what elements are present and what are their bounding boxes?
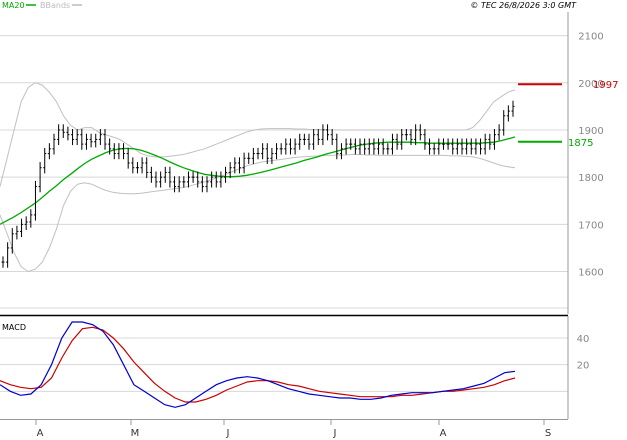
price-tick-label: 2100 — [578, 32, 603, 43]
price-tick-label: 1600 — [578, 268, 603, 279]
price-tick-label: 1900 — [578, 126, 603, 137]
price-panel: 210019001800170016002000 18751997 — [0, 12, 618, 314]
macd-panel: MACD 40 20 — [0, 316, 589, 419]
month-label: S — [545, 428, 551, 439]
resistance-level-label: 1997 — [593, 80, 618, 91]
price-chart: MA20 BBands © TEC 26/8/2026 3:0 GMT 2100… — [0, 1, 618, 439]
month-label: A — [37, 428, 44, 439]
price-axis-ticks: 210019001800170016002000 — [578, 32, 603, 279]
chart-stage: MA20 BBands © TEC 26/8/2026 3:0 GMT 2100… — [0, 0, 627, 440]
chart-header: MA20 BBands © TEC 26/8/2026 3:0 GMT — [2, 1, 577, 10]
month-label: J — [226, 428, 230, 439]
month-label: M — [131, 428, 140, 439]
ma-level-label: 1875 — [568, 138, 593, 149]
legend-bbands: BBands — [40, 1, 70, 10]
month-label: J — [333, 428, 337, 439]
macd-axis-ticks: 40 20 — [577, 334, 590, 372]
macd-tick-label: 40 — [577, 334, 590, 345]
copyright-text: © TEC 26/8/2026 3:0 GMT — [470, 1, 577, 10]
month-label: A — [440, 428, 447, 439]
price-tick-label: 1800 — [578, 173, 603, 184]
legend-ma20: MA20 — [2, 1, 25, 10]
price-tick-label: 1700 — [578, 220, 603, 231]
month-labels: AMJJAS — [35, 419, 551, 439]
month-axis: AMJJAS — [0, 419, 568, 439]
macd-tick-label: 20 — [577, 361, 590, 372]
macd-title: MACD — [2, 323, 26, 332]
